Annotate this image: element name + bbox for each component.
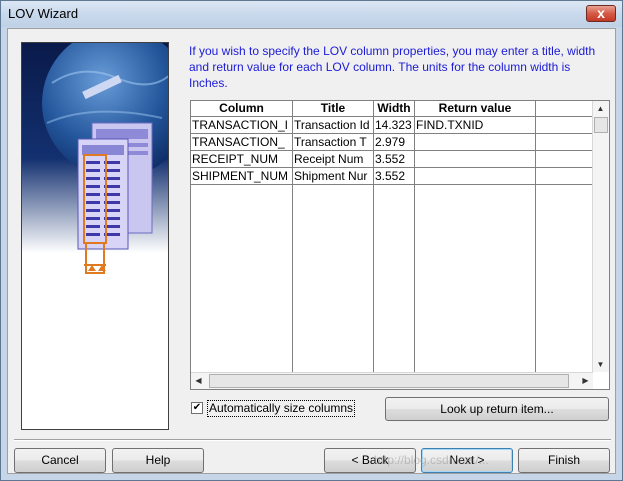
table-cell[interactable] bbox=[415, 168, 536, 185]
table-cell[interactable]: Shipment Nur bbox=[293, 168, 374, 185]
lov-column-grid[interactable]: Column Title Width Return value TRANSACT… bbox=[190, 100, 610, 390]
table-cell[interactable]: Transaction Id bbox=[293, 117, 374, 134]
wizard-client-area: If you wish to specify the LOV column pr… bbox=[7, 28, 616, 474]
horizontal-scrollbar[interactable]: ◀ ▶ bbox=[191, 372, 593, 389]
finish-button[interactable]: Finish bbox=[518, 448, 610, 473]
table-cell bbox=[536, 151, 594, 168]
table-cell[interactable]: 3.552 bbox=[374, 151, 415, 168]
table-cell[interactable]: 14.323 bbox=[374, 117, 415, 134]
table-cell[interactable]: SHIPMENT_NUM bbox=[191, 168, 293, 185]
next-button[interactable]: Next > bbox=[421, 448, 513, 473]
close-button[interactable]: x bbox=[586, 5, 616, 22]
vertical-scrollbar[interactable]: ▲ ▼ bbox=[592, 101, 609, 372]
footer-separator bbox=[14, 439, 611, 441]
table-cell[interactable]: RECEIPT_NUM bbox=[191, 151, 293, 168]
auto-size-checkbox[interactable]: ✔ bbox=[191, 402, 203, 414]
title-bar[interactable]: LOV Wizard x bbox=[1, 1, 622, 27]
close-icon: x bbox=[597, 5, 605, 21]
cancel-button[interactable]: Cancel bbox=[14, 448, 106, 473]
scroll-down-icon[interactable]: ▼ bbox=[593, 357, 608, 372]
header-width[interactable]: Width bbox=[374, 101, 415, 117]
column-divider bbox=[535, 185, 536, 373]
help-button[interactable]: Help bbox=[112, 448, 204, 473]
window-title: LOV Wizard bbox=[8, 6, 79, 21]
column-divider bbox=[414, 185, 415, 373]
table-cell bbox=[536, 168, 594, 185]
scroll-right-icon[interactable]: ▶ bbox=[578, 373, 593, 388]
header-empty bbox=[536, 101, 594, 117]
instructions-text: If you wish to specify the LOV column pr… bbox=[189, 44, 596, 90]
column-divider bbox=[292, 185, 293, 373]
header-return-value[interactable]: Return value bbox=[415, 101, 536, 117]
table-cell[interactable]: TRANSACTION_I bbox=[191, 117, 293, 134]
table-cell[interactable]: 3.552 bbox=[374, 168, 415, 185]
lov-wizard-window: LOV Wizard x If you wish to specify the … bbox=[0, 0, 623, 481]
table-cell[interactable]: Transaction T bbox=[293, 134, 374, 151]
table-cell[interactable]: TRANSACTION_ bbox=[191, 134, 293, 151]
back-button[interactable]: < Back bbox=[324, 448, 416, 473]
table-cell bbox=[536, 134, 594, 151]
lookup-return-item-button[interactable]: Look up return item... bbox=[385, 397, 609, 421]
scroll-left-icon[interactable]: ◀ bbox=[191, 373, 206, 388]
table-cell[interactable]: 2.979 bbox=[374, 134, 415, 151]
table-cell[interactable] bbox=[415, 151, 536, 168]
table-cell[interactable]: FIND.TXNID bbox=[415, 117, 536, 134]
scroll-up-icon[interactable]: ▲ bbox=[593, 101, 608, 116]
wizard-illustration-icon bbox=[22, 43, 168, 429]
wizard-illustration bbox=[21, 42, 169, 430]
vertical-scroll-thumb[interactable] bbox=[594, 117, 608, 133]
column-divider bbox=[373, 185, 374, 373]
header-column[interactable]: Column bbox=[191, 101, 293, 117]
table-cell[interactable]: Receipt Num bbox=[293, 151, 374, 168]
table-cell[interactable] bbox=[415, 134, 536, 151]
header-title[interactable]: Title bbox=[293, 101, 374, 117]
table-cell bbox=[536, 117, 594, 134]
horizontal-scroll-thumb[interactable] bbox=[209, 374, 569, 388]
auto-size-label[interactable]: Automatically size columns bbox=[207, 400, 356, 417]
